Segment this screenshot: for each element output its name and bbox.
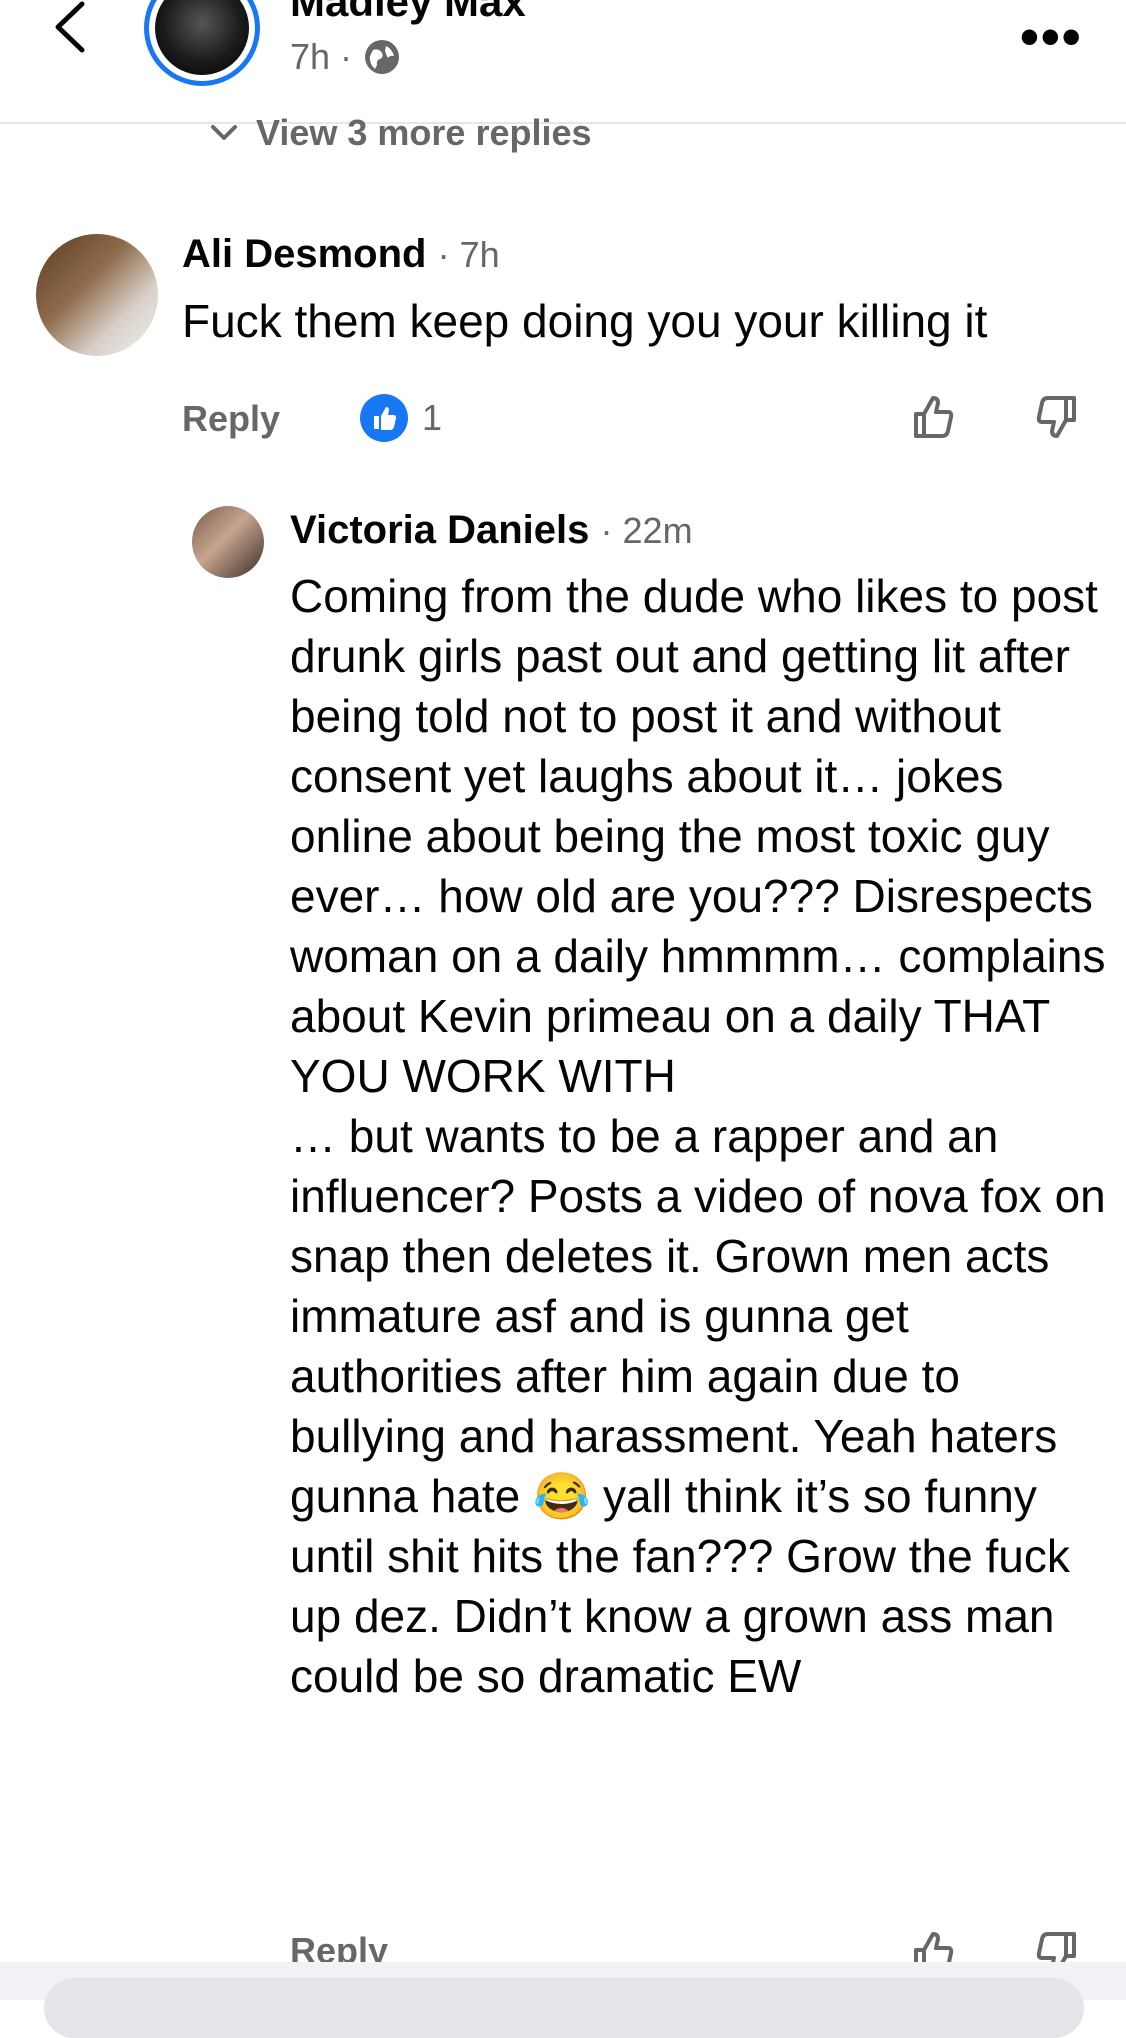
chevron-down-icon <box>211 125 237 140</box>
comment-author-name[interactable]: Victoria Daniels <box>290 508 589 552</box>
comment-time: · 7h <box>437 234 500 275</box>
reaction-count[interactable]: 1 <box>360 394 442 442</box>
comment-input[interactable] <box>44 1978 1084 2038</box>
commenter-avatar[interactable] <box>36 234 158 356</box>
like-count: 1 <box>422 397 443 438</box>
comment-author: Ali Desmond · 7h <box>182 232 500 277</box>
post-meta: 7h · <box>290 36 402 78</box>
post-time: 7h <box>290 36 331 77</box>
meta-separator: · <box>340 36 353 77</box>
comment-text: Fuck them keep doing you your killing it <box>182 295 988 347</box>
comment-text: Coming from the dude who likes to post d… <box>290 570 1106 1702</box>
commenter-avatar[interactable] <box>192 506 264 578</box>
comment-author-name[interactable]: Ali Desmond <box>182 232 426 276</box>
like-reaction-icon <box>360 394 408 442</box>
reply-button[interactable]: Reply <box>182 398 280 440</box>
view-more-replies-button[interactable]: View 3 more replies <box>210 112 592 154</box>
author-avatar[interactable] <box>144 0 260 86</box>
back-button[interactable] <box>48 0 98 60</box>
author-name[interactable]: Madley Max <box>290 0 526 26</box>
comment-author: Victoria Daniels · 22m <box>290 508 693 553</box>
view-more-label: View 3 more replies <box>256 112 592 153</box>
thumbs-down-icon[interactable] <box>1030 392 1080 442</box>
post-header: Madley Max 7h · ••• <box>0 0 1126 124</box>
more-options-icon[interactable]: ••• <box>1020 10 1083 64</box>
thumbs-up-icon[interactable] <box>910 392 960 442</box>
chevron-left-icon <box>55 1 85 53</box>
globe-icon <box>365 40 400 74</box>
comment-time: · 22m <box>600 510 693 551</box>
